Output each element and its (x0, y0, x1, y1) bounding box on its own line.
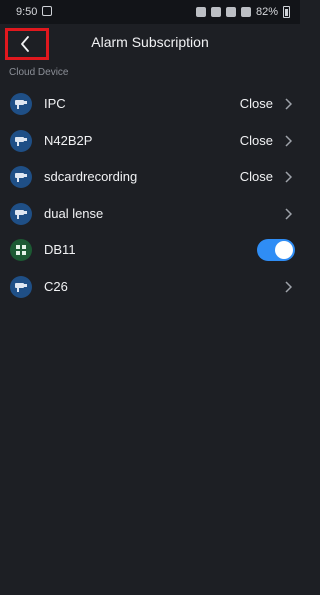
device-name: dual lense (44, 205, 104, 221)
camera-icon (10, 93, 32, 115)
app-screen: 9:50 82% Alarm Subscription Cloud Device… (0, 0, 300, 595)
device-row-sdcardrecording[interactable]: sdcardrecording Close (0, 159, 300, 196)
toggle-knob (275, 241, 293, 260)
alarm-toggle[interactable] (257, 239, 295, 262)
device-status: Close (239, 132, 273, 148)
mute-icon (210, 7, 221, 17)
chevron-right-icon (285, 98, 292, 110)
alarm-icon (195, 7, 206, 17)
camera-icon (10, 166, 32, 189)
screenshot-icon (42, 6, 52, 16)
chevron-right-icon (285, 171, 292, 183)
device-row-db11[interactable]: DB11 (0, 232, 300, 269)
status-time: 9:50 (16, 6, 38, 18)
chevron-right-icon (285, 281, 292, 293)
device-row-ipc[interactable]: IPC Close (0, 86, 300, 123)
device-row-c26[interactable]: C26 (0, 269, 300, 306)
doorbell-grid-icon (10, 239, 32, 262)
chevron-right-icon (285, 208, 292, 220)
device-name: N42B2P (44, 132, 93, 148)
device-row-n42b2p[interactable]: N42B2P Close (0, 123, 300, 160)
device-status: Close (239, 96, 273, 111)
device-name: IPC (44, 96, 66, 111)
camera-icon (10, 129, 32, 152)
camera-icon (10, 202, 32, 225)
status-icons: 82% (195, 6, 290, 18)
section-label-cloud-device: Cloud Device (9, 67, 69, 78)
chevron-right-icon (285, 135, 292, 147)
page-title: Alarm Subscription (91, 34, 209, 50)
battery-icon (283, 6, 290, 18)
device-name: C26 (44, 278, 68, 294)
status-bar: 9:50 82% (0, 0, 300, 24)
device-name: sdcardrecording (44, 169, 138, 185)
device-row-dual-lense[interactable]: dual lense (0, 196, 300, 233)
navigation-bar (0, 583, 300, 595)
header: Alarm Subscription (0, 24, 300, 60)
device-name: DB11 (44, 242, 76, 258)
camera-icon (10, 275, 32, 298)
battery-percent: 82% (255, 6, 278, 18)
device-list: IPC Close N42B2P Close sdcardrecording C… (0, 86, 300, 306)
device-status: Close (239, 169, 273, 185)
wifi-icon (225, 7, 236, 17)
signal-icon (240, 7, 251, 17)
